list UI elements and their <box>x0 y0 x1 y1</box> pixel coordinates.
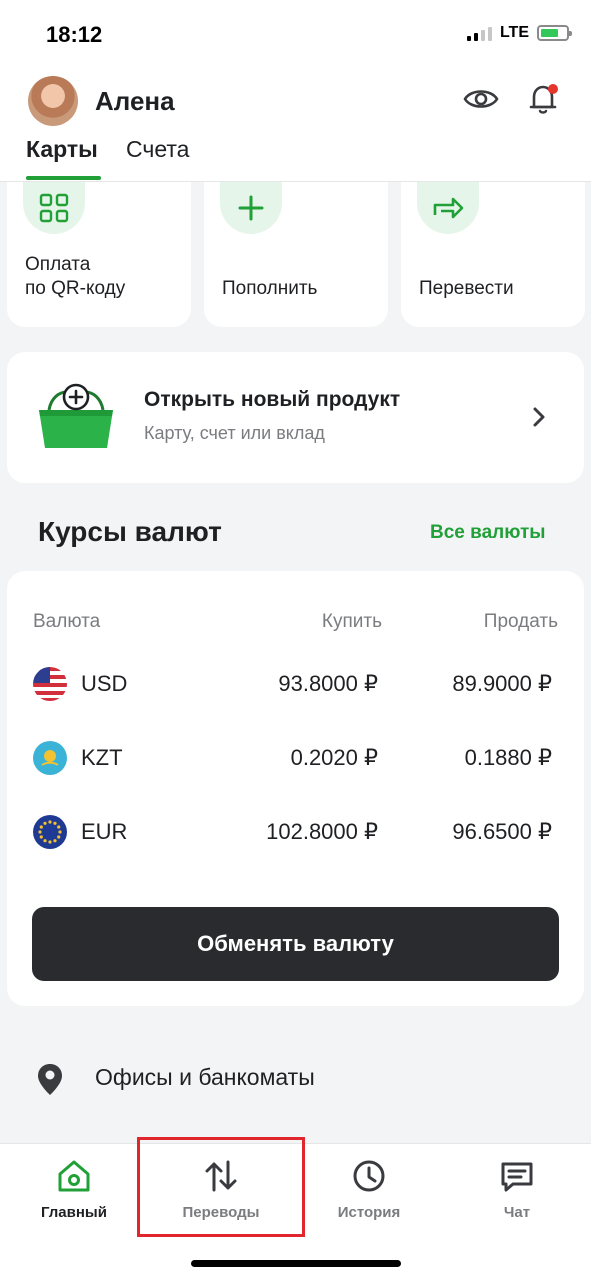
home-indicator <box>191 1260 401 1267</box>
rate-row-eur[interactable]: EUR 102.8000 ₽ 96.6500 ₽ <box>7 812 584 852</box>
quick-action-label: Перевести <box>419 278 514 299</box>
tab-home[interactable]: Главный <box>14 1158 134 1221</box>
plus-icon <box>220 182 282 234</box>
buy-rate: 102.8000 ₽ <box>266 819 378 844</box>
notification-dot <box>548 84 558 94</box>
chat-icon <box>501 1162 533 1192</box>
buy-rate: 93.8000 ₽ <box>278 671 378 696</box>
location-pin-icon <box>38 1064 62 1095</box>
active-tab-indicator <box>26 176 101 180</box>
rates-card: Валюта Купить Продать USD 93.8000 ₽ 89.9… <box>7 571 584 1006</box>
column-header-sell: Продать <box>483 611 558 632</box>
sell-rate: 96.6500 ₽ <box>452 819 552 844</box>
all-currencies-link[interactable]: Все валюты <box>430 522 545 544</box>
us-flag-icon <box>33 667 67 701</box>
sell-rate: 89.9000 ₽ <box>452 671 552 696</box>
tab-chat[interactable]: Чат <box>457 1158 577 1221</box>
avatar[interactable] <box>28 76 78 126</box>
open-product-card[interactable]: Открыть новый продукт Карту, счет или вк… <box>7 352 584 483</box>
quick-action-topup[interactable]: Пополнить <box>204 182 388 327</box>
signal-icon <box>466 25 492 41</box>
kz-flag-icon <box>33 741 67 775</box>
status-time: 18:12 <box>46 22 103 47</box>
basket-plus-icon <box>39 383 113 448</box>
quick-action-qr[interactable]: Оплата по QR-коду <box>7 182 191 327</box>
transfer-arrow-icon <box>417 182 479 234</box>
exchange-currency-button[interactable]: Обменять валюту <box>32 907 559 981</box>
quick-action-transfer[interactable]: Перевести <box>401 182 585 327</box>
home-icon <box>58 1160 90 1192</box>
network-type: LTE <box>499 24 529 41</box>
currency-code: USD <box>81 671 128 696</box>
eye-icon[interactable] <box>463 84 499 114</box>
product-subtitle: Карту, счет или вклад <box>144 423 325 443</box>
tab-cards[interactable]: Карты <box>26 136 98 163</box>
tab-label: История <box>337 1204 401 1221</box>
column-header-buy: Купить <box>321 611 382 632</box>
offices-label: Офисы и банкоматы <box>95 1064 315 1090</box>
rate-row-kzt[interactable]: KZT 0.2020 ₽ 0.1880 ₽ <box>7 738 584 778</box>
tab-history[interactable]: История <box>309 1158 429 1221</box>
rate-row-usd[interactable]: USD 93.8000 ₽ 89.9000 ₽ <box>7 664 584 704</box>
tab-label: Чат <box>503 1204 531 1221</box>
tab-accounts[interactable]: Счета <box>126 136 189 163</box>
battery-icon <box>537 25 572 41</box>
tab-label: Главный <box>41 1204 107 1221</box>
column-header-currency: Валюта <box>33 611 101 632</box>
sell-rate: 0.1880 ₽ <box>464 745 552 770</box>
rates-title: Курсы валют <box>38 516 222 547</box>
user-name[interactable]: Алена <box>95 86 175 117</box>
offices-atms-item[interactable]: Офисы и банкоматы <box>0 1040 591 1114</box>
bell-icon[interactable] <box>526 80 562 116</box>
app-header: Алена Карты Счета <box>0 70 591 182</box>
currency-code: KZT <box>81 745 123 770</box>
status-bar: 18:12 LTE <box>0 0 591 70</box>
eu-flag-icon <box>33 815 67 849</box>
qr-code-icon <box>23 182 85 234</box>
chevron-right-icon <box>533 407 545 427</box>
status-indicators: LTE <box>466 24 572 42</box>
highlight-annotation-box <box>137 1137 305 1237</box>
clock-icon <box>353 1160 385 1192</box>
buy-rate: 0.2020 ₽ <box>290 745 378 770</box>
quick-action-label: Оплата по QR-коду <box>25 254 126 299</box>
currency-code: EUR <box>81 819 128 844</box>
product-title: Открыть новый продукт <box>144 388 401 411</box>
quick-action-label: Пополнить <box>222 278 318 299</box>
